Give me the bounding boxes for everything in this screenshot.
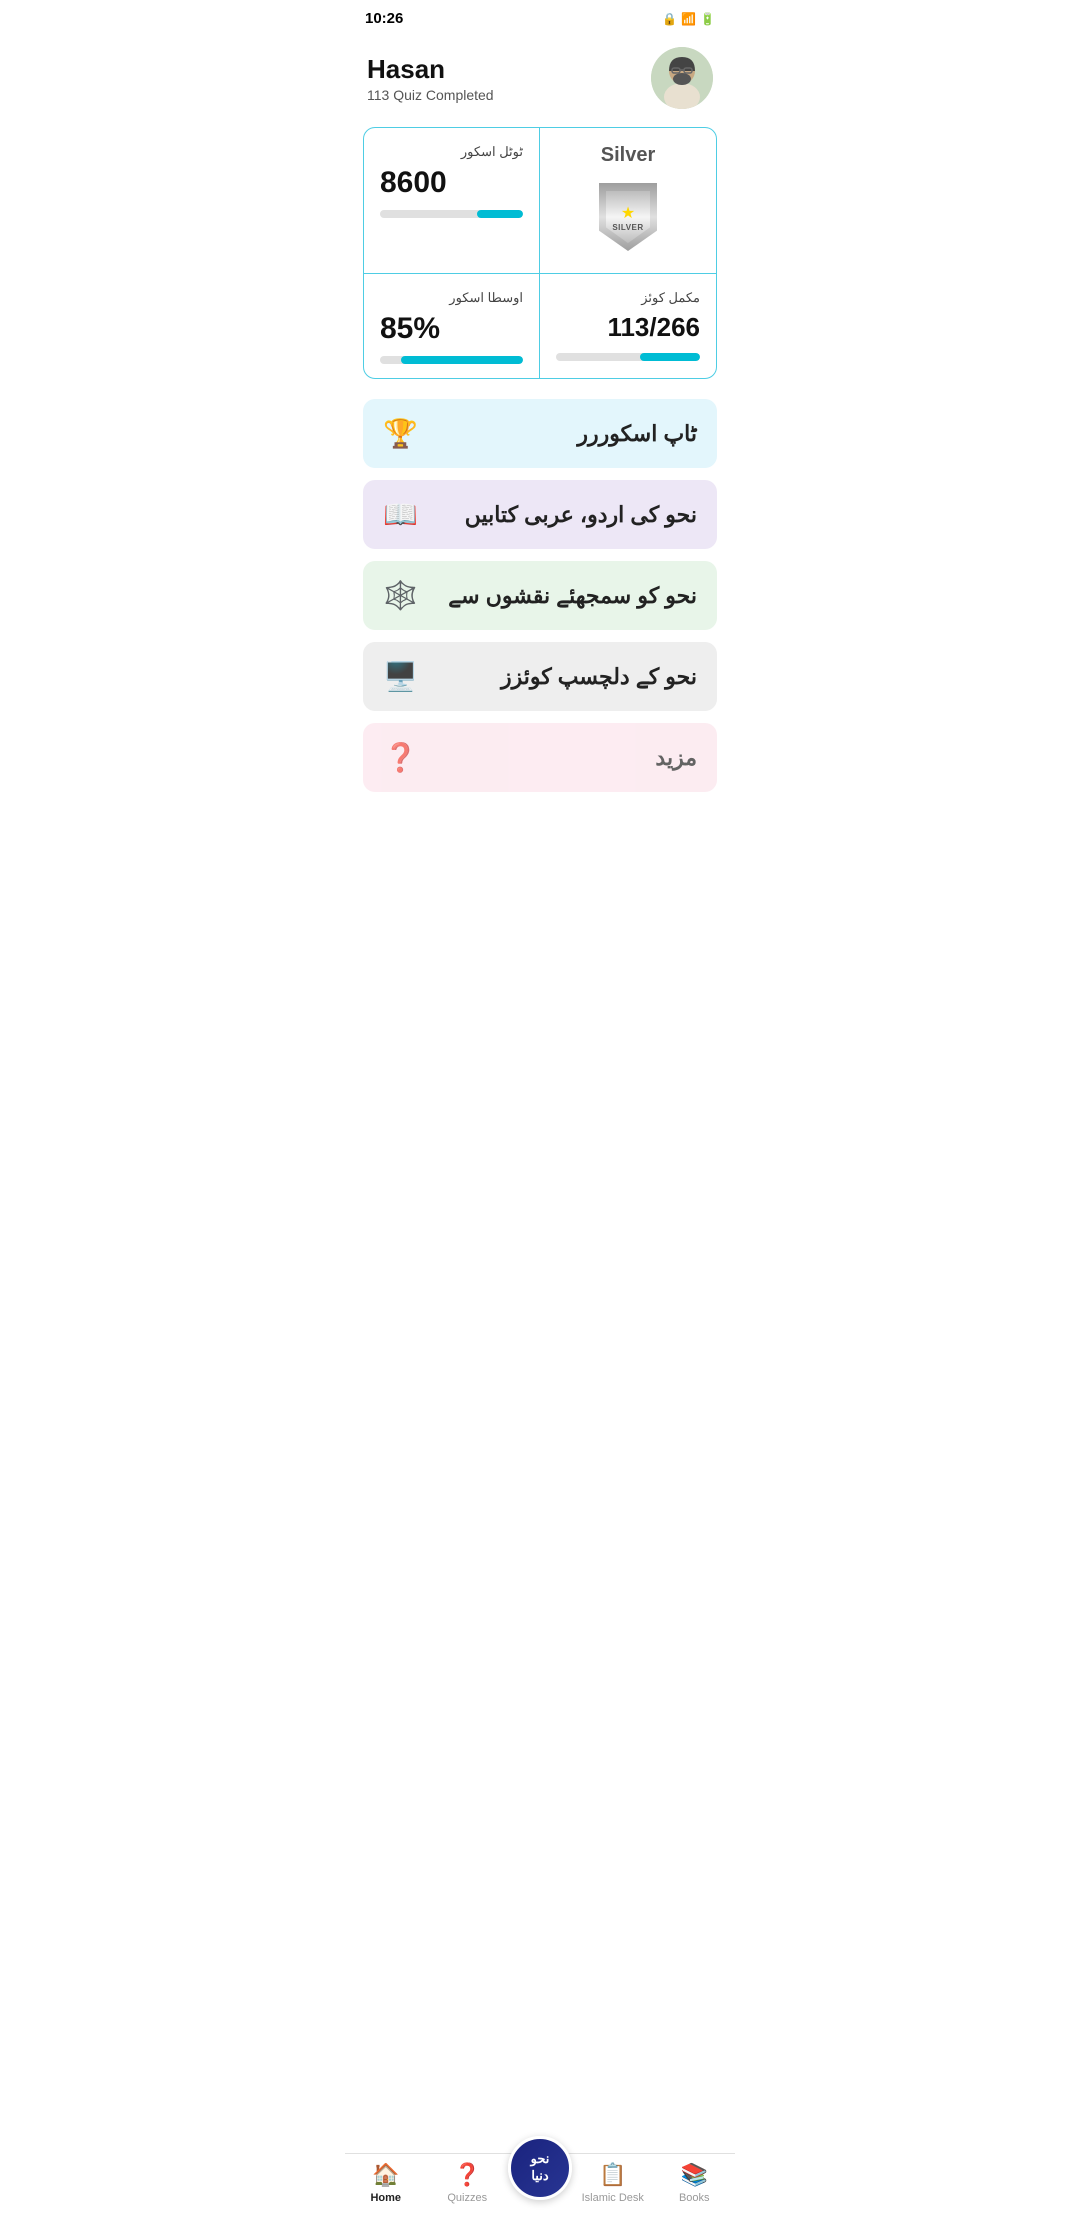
shield-shape: ★ SILVER	[599, 183, 657, 251]
quizzes-value: 113/266	[556, 312, 700, 343]
quiz-completed-label: 113 Quiz Completed	[367, 87, 494, 103]
shield-text: SILVER	[612, 223, 643, 232]
home-icon: 🏠	[372, 2162, 399, 2188]
shield-icon: 🔒	[662, 12, 677, 26]
status-bar: 10:26 🔒 📶 🔋	[345, 0, 735, 37]
avg-score-cell: اوسطا اسکور 85%	[364, 274, 540, 378]
wifi-icon: 📶	[681, 12, 696, 26]
menu-item-more[interactable]: مزید ❓	[363, 723, 717, 792]
nav-books[interactable]: 📚 Books	[654, 2162, 736, 2204]
quizzes-fill	[640, 353, 700, 361]
menu-section: ٹاپ اسکوررر 🏆 نحو کی اردو، عربی کتابیں 📖…	[363, 399, 717, 792]
user-name: Hasan	[367, 54, 494, 85]
menu-item-top-scorers-text: ٹاپ اسکوررر	[577, 421, 697, 447]
menu-item-books[interactable]: نحو کی اردو، عربی کتابیں 📖	[363, 480, 717, 549]
badge-label: Silver	[556, 144, 700, 167]
battery-icon: 🔋	[700, 12, 715, 26]
nav-quizzes[interactable]: ❓ Quizzes	[427, 2162, 509, 2204]
badge-cell: Silver ★ SILVER	[540, 128, 716, 274]
menu-item-top-scorers[interactable]: ٹاپ اسکوررر 🏆	[363, 399, 717, 468]
nav-books-label: Books	[679, 2192, 710, 2204]
book-icon: 📖	[383, 498, 418, 531]
status-time: 10:26	[365, 10, 403, 27]
books-nav-icon: 📚	[681, 2162, 708, 2188]
nav-center-circle: نحودنیا	[508, 2136, 572, 2200]
help-icon: ❓	[383, 741, 418, 774]
trophy-icon: 🏆	[383, 417, 418, 450]
silver-shield: ★ SILVER	[556, 175, 700, 259]
avatar	[651, 47, 713, 109]
nav-home[interactable]: 🏠 Home	[345, 2162, 427, 2204]
nav-quizzes-label: Quizzes	[447, 2192, 487, 2204]
stats-grid: ٹوٹل اسکور 8600 Silver ★ SILVER اوسطا اس…	[363, 127, 717, 379]
quizzes-label: مکمل کوئز	[556, 290, 700, 306]
nav-islamic-desk-label: Islamic Desk	[582, 2192, 644, 2204]
header-text: Hasan 113 Quiz Completed	[367, 54, 494, 103]
nav-home-label: Home	[370, 2192, 401, 2204]
avg-score-label: اوسطا اسکور	[380, 290, 523, 306]
header: Hasan 113 Quiz Completed	[345, 37, 735, 127]
bottom-nav: 🏠 Home ❓ Quizzes نحودنیا 📋 Islamic Desk …	[345, 2153, 735, 2220]
quizzes-cell: مکمل کوئز 113/266	[540, 274, 716, 378]
total-score-label: ٹوٹل اسکور	[380, 144, 523, 160]
nav-islamic-desk[interactable]: 📋 Islamic Desk	[572, 2162, 654, 2204]
avg-score-fill	[401, 356, 523, 364]
quizzes-nav-icon: ❓	[454, 2162, 481, 2188]
menu-item-diagrams-text: نحو کو سمجھئے نقشوں سے	[448, 583, 697, 609]
menu-item-diagrams[interactable]: نحو کو سمجھئے نقشوں سے 🕸️	[363, 561, 717, 630]
avg-score-value: 85%	[380, 312, 523, 346]
total-score-value: 8600	[380, 166, 523, 200]
nav-center[interactable]: نحودنیا	[508, 2136, 572, 2200]
quizzes-progress	[556, 353, 700, 361]
menu-item-interesting-quizzes-text: نحو کے دلچسپ کوئزز	[501, 664, 697, 690]
nav-center-text: نحودنیا	[531, 2151, 550, 2185]
status-icons: 🔒 📶 🔋	[662, 12, 715, 26]
shield-inner: ★ SILVER	[606, 191, 650, 243]
star-icon: ★	[621, 203, 635, 223]
total-score-progress	[380, 210, 523, 218]
avg-score-progress	[380, 356, 523, 364]
quiz-icon: 🖥️	[383, 660, 418, 693]
menu-item-more-text: مزید	[655, 745, 697, 771]
total-score-fill	[477, 210, 523, 218]
menu-item-interesting-quizzes[interactable]: نحو کے دلچسپ کوئزز 🖥️	[363, 642, 717, 711]
menu-item-books-text: نحو کی اردو، عربی کتابیں	[465, 502, 697, 528]
diagram-icon: 🕸️	[383, 579, 418, 612]
total-score-cell: ٹوٹل اسکور 8600	[364, 128, 540, 274]
islamic-desk-icon: 📋	[599, 2162, 626, 2188]
